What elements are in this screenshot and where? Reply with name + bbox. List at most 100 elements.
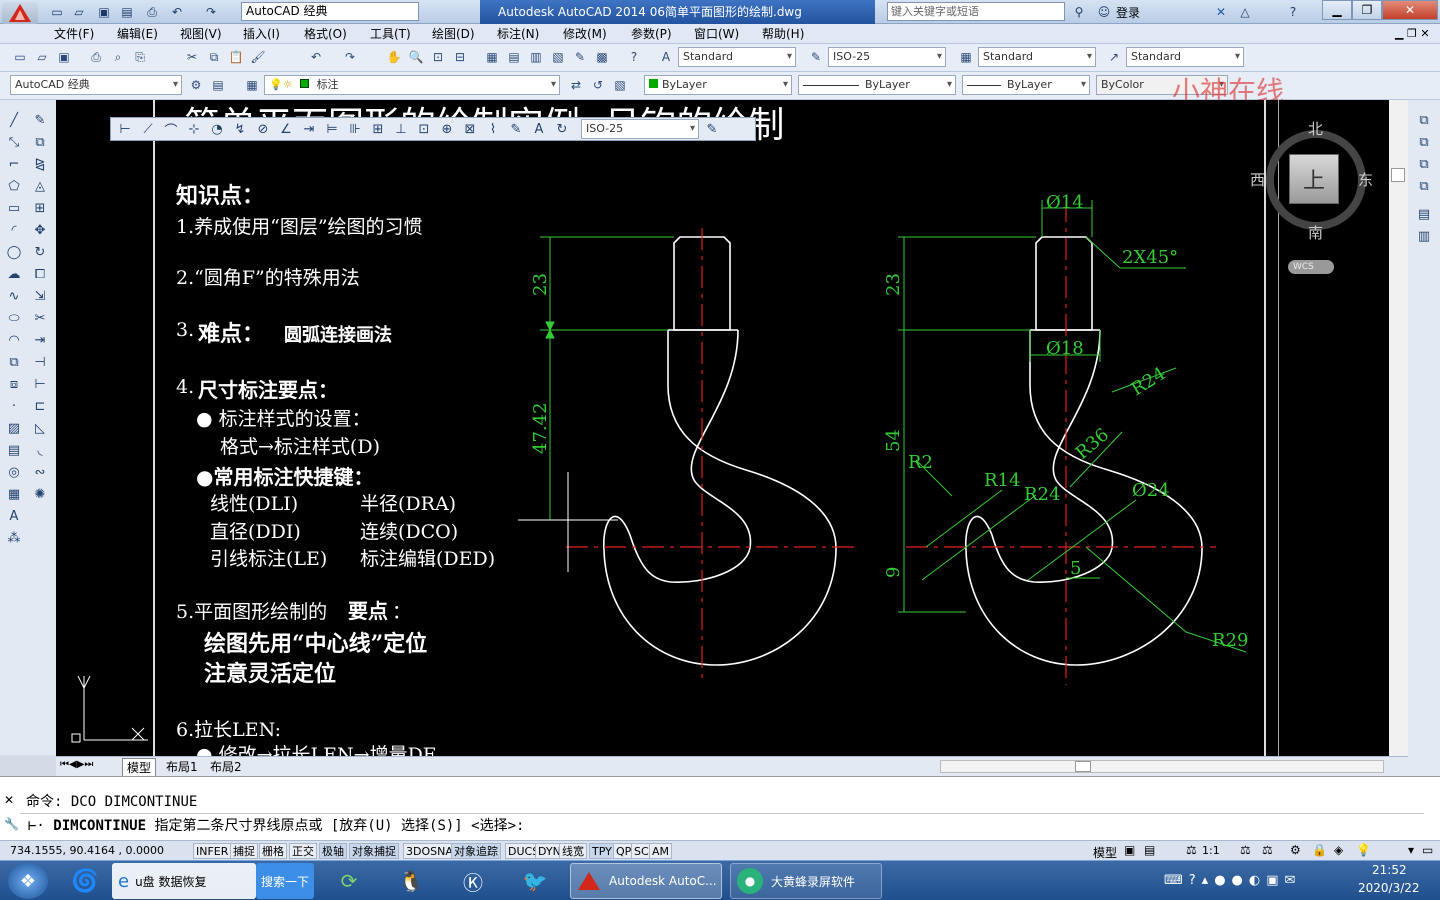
toggle-snap[interactable]: 捕捉 bbox=[230, 843, 258, 859]
nav-extra-icon[interactable]: ▥ bbox=[1414, 226, 1434, 246]
command-settings-icon[interactable]: 🔧 bbox=[4, 817, 19, 831]
viewcube-west[interactable]: 西 bbox=[1250, 169, 1265, 190]
redo-std-icon[interactable]: ↷ bbox=[340, 47, 360, 67]
toggle-otrack[interactable]: 对象追踪 bbox=[451, 843, 501, 859]
search-input[interactable]: 键入关键字或短语 bbox=[887, 2, 1065, 21]
horizontal-scroll-thumb[interactable] bbox=[1075, 761, 1091, 772]
open-icon[interactable]: ▱ bbox=[70, 3, 88, 21]
paste-icon[interactable]: 📋 bbox=[226, 47, 246, 67]
plot-icon[interactable]: ⎙ bbox=[86, 47, 106, 67]
make-block-icon[interactable]: ⧈ bbox=[4, 374, 24, 394]
point-icon[interactable]: · bbox=[4, 396, 24, 416]
join-icon[interactable]: ⊏ bbox=[30, 396, 50, 416]
workspace-settings-icon[interactable]: ⚙ bbox=[186, 75, 206, 95]
text-style-icon[interactable]: A bbox=[656, 47, 676, 67]
sheetset-icon[interactable]: ▧ bbox=[548, 47, 568, 67]
doc-window-controls[interactable]: ▁ ❐ ✕ bbox=[1395, 27, 1430, 40]
copy-icon[interactable]: ⧉ bbox=[204, 47, 224, 67]
table-style-select[interactable]: Standard bbox=[978, 47, 1096, 67]
undo-icon[interactable]: ↶ bbox=[168, 3, 186, 21]
dim-style-select[interactable]: ISO-25 bbox=[828, 47, 946, 67]
taskbar-browser[interactable]: e u盘 数据恢复 bbox=[112, 863, 256, 899]
chamfer-icon[interactable]: ◺ bbox=[30, 418, 50, 438]
viewcube[interactable]: 上 北 南 东 西 WCS bbox=[1250, 118, 1376, 274]
nav-steeringwheel-icon[interactable]: ⧉ bbox=[1414, 110, 1434, 130]
open-file-icon[interactable]: ▱ bbox=[32, 47, 52, 67]
menu-insert[interactable]: 插入(I) bbox=[243, 24, 280, 44]
toggle-osnap[interactable]: 对象捕捉 bbox=[349, 843, 399, 859]
explode-icon[interactable]: ✺ bbox=[30, 484, 50, 504]
horizontal-scrollbar[interactable] bbox=[940, 760, 1384, 773]
mleader-style-icon[interactable]: ↗ bbox=[1104, 47, 1124, 67]
tab-model[interactable]: 模型 bbox=[122, 758, 157, 777]
status-menu-icon[interactable]: ▾ bbox=[1408, 843, 1414, 857]
text-style-select[interactable]: Standard bbox=[678, 47, 796, 67]
taskbar-qq-icon[interactable]: 🐧 bbox=[390, 863, 432, 899]
nav-pan-icon[interactable]: ⧉ bbox=[1414, 132, 1434, 152]
tool-palettes-icon[interactable]: ▥ bbox=[526, 47, 546, 67]
minimize-button[interactable]: ▁ bbox=[1322, 0, 1352, 20]
make-current-icon[interactable]: ⇄ bbox=[566, 75, 586, 95]
toggle-am[interactable]: AM bbox=[649, 843, 673, 859]
break-point-icon[interactable]: ⊣ bbox=[30, 352, 50, 372]
preview-icon[interactable]: ⌕ bbox=[108, 47, 128, 67]
save-file-icon[interactable]: ▣ bbox=[54, 47, 74, 67]
vertical-scrollbar[interactable] bbox=[1389, 100, 1408, 756]
isolate-icon[interactable]: 💡 bbox=[1356, 843, 1371, 857]
extend-icon[interactable]: ⇥ bbox=[30, 330, 50, 350]
toggle-ortho[interactable]: 正交 bbox=[289, 843, 317, 859]
new-icon[interactable]: ▭ bbox=[48, 3, 66, 21]
fillet-icon[interactable]: ◟ bbox=[30, 440, 50, 460]
linetype-select[interactable]: ByLayer bbox=[798, 75, 956, 95]
command-close-icon[interactable]: ✕ bbox=[4, 793, 14, 807]
taskbar-recorder[interactable]: ● 大黄蜂录屏软件 bbox=[730, 863, 882, 899]
cut-icon[interactable]: ✂ bbox=[182, 47, 202, 67]
tray-icons[interactable]: ⌨?▴●●◐▣✉ bbox=[1164, 873, 1301, 888]
break-icon[interactable]: ⊢ bbox=[30, 374, 50, 394]
quickview-drawings-icon[interactable]: ▤ bbox=[1144, 843, 1155, 857]
user-icon[interactable]: ☺ bbox=[1095, 3, 1113, 21]
quickview-layouts-icon[interactable]: ▣ bbox=[1124, 843, 1135, 857]
annotation-scale-icon[interactable]: ⚖ bbox=[1186, 843, 1197, 857]
menu-draw[interactable]: 绘图(D) bbox=[432, 24, 475, 44]
xline-icon[interactable]: ⤡ bbox=[4, 132, 24, 152]
toolbar-lock-icon[interactable]: 🔒 bbox=[1312, 843, 1327, 857]
print-icon[interactable]: ⎙ bbox=[143, 3, 161, 21]
mleader-style-select[interactable]: Standard bbox=[1126, 47, 1244, 67]
auto-scale-icon[interactable]: ⚖ bbox=[1262, 843, 1273, 857]
workspace-select[interactable]: AutoCAD 经典 bbox=[241, 2, 419, 21]
taskbar-bird-icon[interactable]: 🐦 bbox=[514, 863, 556, 899]
taskbar-k-icon[interactable]: Ⓚ bbox=[452, 863, 494, 899]
workspace-toolbar-select[interactable]: AutoCAD 经典 bbox=[10, 75, 182, 95]
pan-icon[interactable]: ✋ bbox=[384, 47, 404, 67]
dim-style-icon[interactable]: ✎ bbox=[806, 47, 826, 67]
binoculars-icon[interactable]: ⚲ bbox=[1070, 3, 1088, 21]
taskbar-search[interactable]: 搜索一下 bbox=[256, 863, 314, 899]
nav-zoom-icon[interactable]: ⧉ bbox=[1414, 154, 1434, 174]
redo-icon[interactable]: ↷ bbox=[202, 3, 220, 21]
revcloud-icon[interactable]: ☁ bbox=[4, 264, 24, 284]
start-button[interactable]: ❖ bbox=[8, 863, 48, 899]
menu-help[interactable]: 帮助(H) bbox=[762, 24, 804, 44]
menu-view[interactable]: 视图(V) bbox=[180, 24, 222, 44]
layer-properties-icon[interactable]: ▦ bbox=[242, 75, 262, 95]
array-icon[interactable]: ⊞ bbox=[30, 198, 50, 218]
viewcube-south[interactable]: 南 bbox=[1308, 222, 1323, 243]
taskbar-autocad[interactable]: Autodesk AutoC... bbox=[570, 863, 722, 899]
trim-icon[interactable]: ✂ bbox=[30, 308, 50, 328]
erase-icon[interactable]: ✎ bbox=[30, 110, 50, 130]
zoom-window-icon[interactable]: ⊡ bbox=[428, 47, 448, 67]
toggle-lwt[interactable]: 线宽 bbox=[559, 843, 587, 859]
vertical-scroll-thumb[interactable] bbox=[1391, 168, 1405, 182]
scale-icon[interactable]: ⧠ bbox=[30, 264, 50, 284]
region-icon[interactable]: ◎ bbox=[4, 462, 24, 482]
a360-icon[interactable]: △ bbox=[1236, 3, 1254, 21]
publish-icon[interactable]: ⎘ bbox=[130, 47, 150, 67]
nav-showmotion-icon[interactable]: ▤ bbox=[1414, 204, 1434, 224]
copy-obj-icon[interactable]: ⧉ bbox=[30, 132, 50, 152]
polyline-icon[interactable]: ⌐ bbox=[4, 154, 24, 174]
viewcube-face[interactable]: 上 bbox=[1289, 154, 1339, 204]
drawing-canvas[interactable]: 简单平面图形的绘制实例--吊钩的绘制 ⊢ ⟋ ⌒ ⊹ ◔ ↯ ⊘ ∠ ⇥ ⊨ ⊪… bbox=[56, 100, 1408, 756]
menu-format[interactable]: 格式(O) bbox=[304, 24, 347, 44]
move-icon[interactable]: ✥ bbox=[30, 220, 50, 240]
